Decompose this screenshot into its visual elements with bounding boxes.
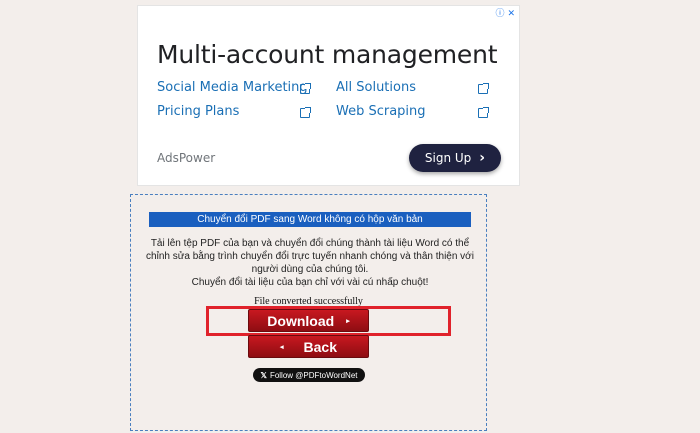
follow-label: Follow @PDFtoWordNet bbox=[269, 370, 358, 380]
external-link-icon bbox=[300, 107, 311, 118]
back-button[interactable]: ◂ Back bbox=[248, 335, 369, 358]
converter-header: Chuyển đổi PDF sang Word không có hộp vă… bbox=[149, 212, 471, 227]
ad-link-social-media-marketing[interactable]: Social Media Marketing bbox=[157, 80, 308, 95]
description-line-1: Tải lên tệp PDF của bạn và chuyển đổi ch… bbox=[146, 238, 474, 275]
external-link-icon bbox=[300, 83, 311, 94]
x-logo-icon: 𝕏 bbox=[260, 370, 267, 380]
twitter-follow-button[interactable]: 𝕏 Follow @PDFtoWordNet bbox=[253, 368, 365, 382]
download-highlight-box bbox=[206, 306, 451, 336]
external-link-icon bbox=[478, 107, 489, 118]
sign-up-label: Sign Up bbox=[424, 151, 472, 165]
ad-info-icon[interactable]: ⓘ bbox=[495, 8, 504, 18]
external-link-icon bbox=[478, 83, 489, 94]
chevron-right-icon: › bbox=[479, 150, 486, 166]
back-label: Back bbox=[303, 338, 337, 355]
sign-up-button[interactable]: Sign Up › bbox=[409, 144, 501, 172]
converter-panel: Chuyển đổi PDF sang Word không có hộp vă… bbox=[130, 194, 487, 431]
ad-close-icon[interactable]: ✕ bbox=[507, 8, 515, 18]
ad-banner[interactable]: ⓘ ✕ Multi-account management Social Medi… bbox=[137, 5, 520, 186]
ad-brand[interactable]: AdsPower bbox=[157, 151, 215, 165]
ad-title[interactable]: Multi-account management bbox=[157, 40, 498, 69]
description-line-2: Chuyển đổi tài liệu của bạn chỉ với vài … bbox=[191, 277, 429, 288]
ad-link-all-solutions[interactable]: All Solutions bbox=[336, 80, 416, 95]
ad-icons: ⓘ ✕ bbox=[495, 8, 515, 18]
ad-link-web-scraping[interactable]: Web Scraping bbox=[336, 104, 426, 119]
ad-link-pricing-plans[interactable]: Pricing Plans bbox=[157, 104, 239, 119]
converter-description: Tải lên tệp PDF của bạn và chuyển đổi ch… bbox=[145, 237, 475, 289]
arrow-left-icon: ◂ bbox=[280, 343, 284, 351]
